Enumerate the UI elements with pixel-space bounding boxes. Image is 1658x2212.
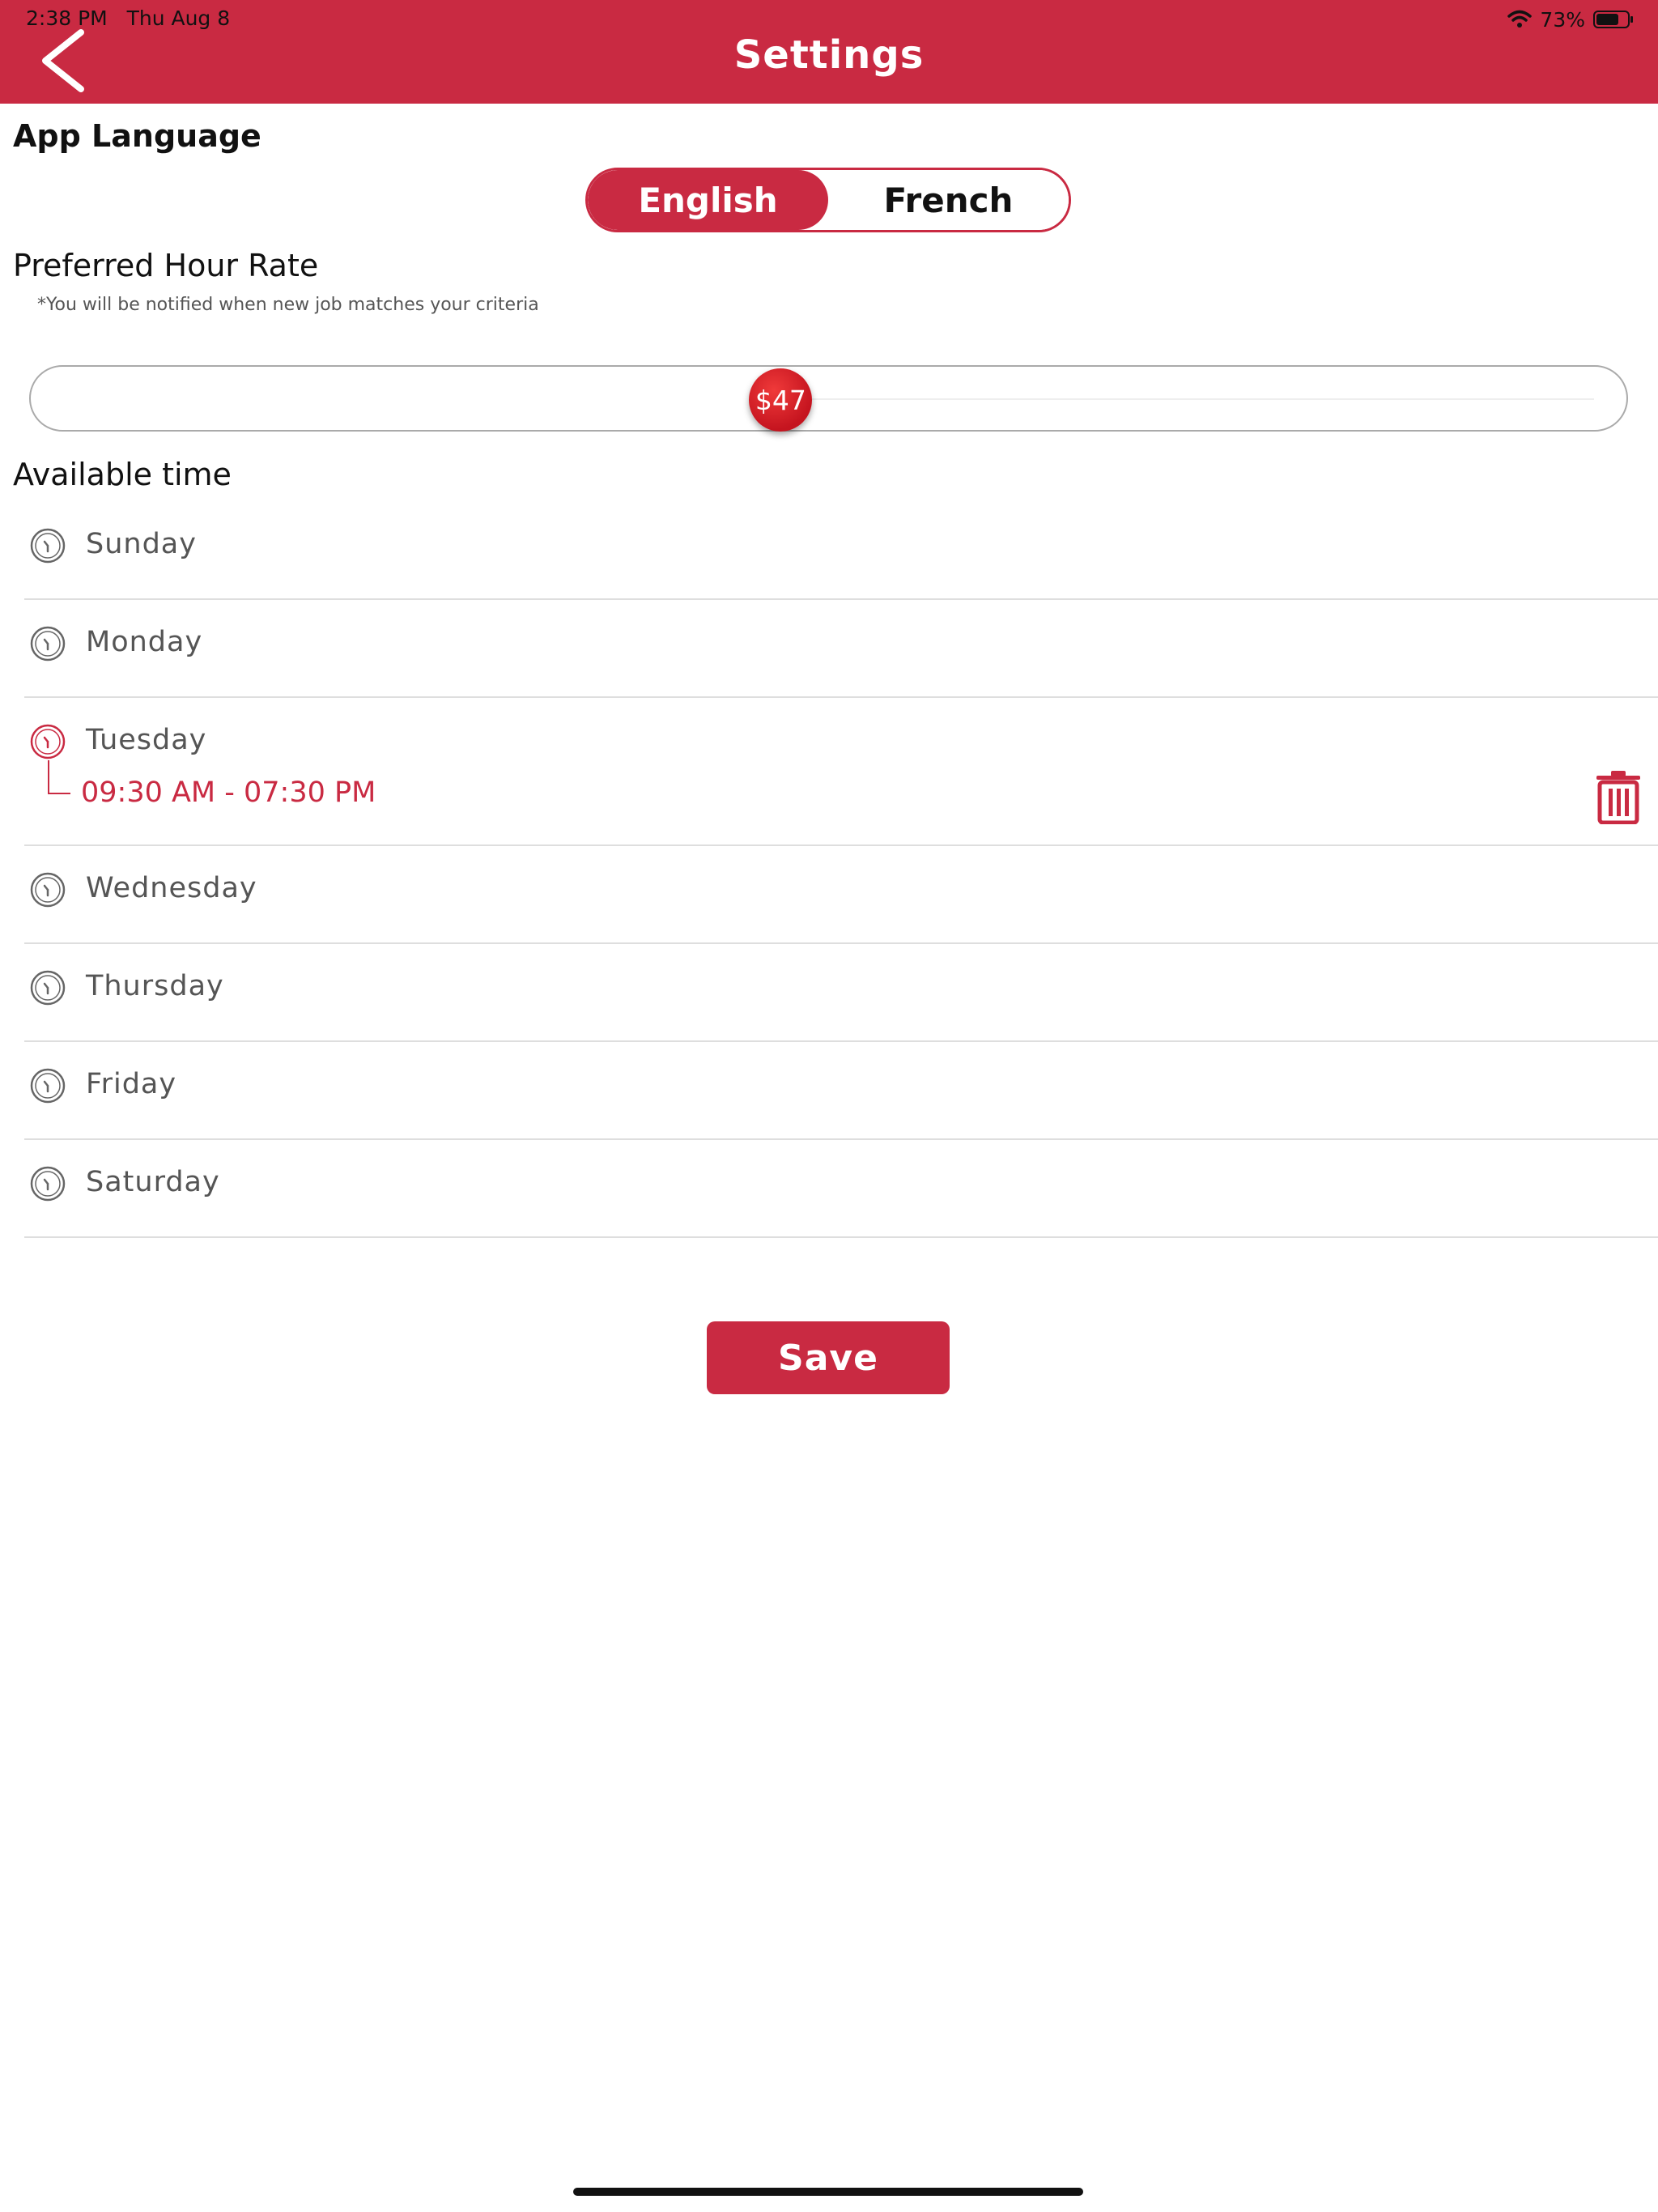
clock-icon [30,1166,66,1202]
clock-icon [30,970,66,1006]
trash-icon [1596,771,1640,825]
day-name: Tuesday [86,724,207,756]
day-row-saturday[interactable]: Saturday [24,1140,1658,1238]
slider-remaining-track [812,398,1594,400]
available-time-label: Available time [13,457,232,492]
navigation-header: 2:38 PM Thu Aug 8 73% Settings [0,0,1658,104]
day-row-tuesday[interactable]: Tuesday 09:30 AM - 07:30 PM [24,698,1658,846]
day-row-friday[interactable]: Friday [24,1042,1658,1140]
language-option-english[interactable]: English [588,170,828,230]
day-name: Monday [86,626,203,658]
rate-notification-note: *You will be notified when new job match… [37,295,539,315]
day-list: Sunday Monday Tuesday 09:30 AM - 07:30 PM We… [24,502,1658,1238]
language-option-french[interactable]: French [828,170,1069,230]
day-name: Saturday [86,1166,220,1198]
home-indicator [573,2188,1083,2196]
preferred-hour-rate-label: Preferred Hour Rate [13,248,319,283]
page-title: Settings [733,32,925,78]
clock-icon [30,626,66,661]
save-button[interactable]: Save [707,1321,950,1394]
day-row-monday[interactable]: Monday [24,600,1658,698]
clock-icon [30,872,66,908]
delete-time-button[interactable] [1595,771,1642,825]
clock-icon [30,1068,66,1104]
battery-percent: 73% [1540,7,1585,32]
battery-icon [1593,11,1633,28]
slider-thumb[interactable]: $47 [749,368,813,432]
hour-rate-slider[interactable]: $47 [29,365,1628,432]
day-row-wednesday[interactable]: Wednesday [24,846,1658,944]
app-language-label: App Language [13,118,261,154]
clock-icon [30,724,66,759]
day-name: Thursday [86,970,224,1002]
day-name: Wednesday [86,872,257,904]
day-name: Sunday [86,528,197,560]
clock-icon [30,528,66,564]
language-segmented-control: English French [585,168,1071,232]
time-connector-line [48,760,70,794]
status-date: Thu Aug 8 [126,6,231,30]
status-bar-right: 73% [1507,6,1634,32]
day-row-thursday[interactable]: Thursday [24,944,1658,1042]
time-range: 09:30 AM - 07:30 PM [81,776,376,809]
day-name: Friday [86,1068,177,1100]
day-row-sunday[interactable]: Sunday [24,502,1658,600]
wifi-icon [1507,10,1533,28]
